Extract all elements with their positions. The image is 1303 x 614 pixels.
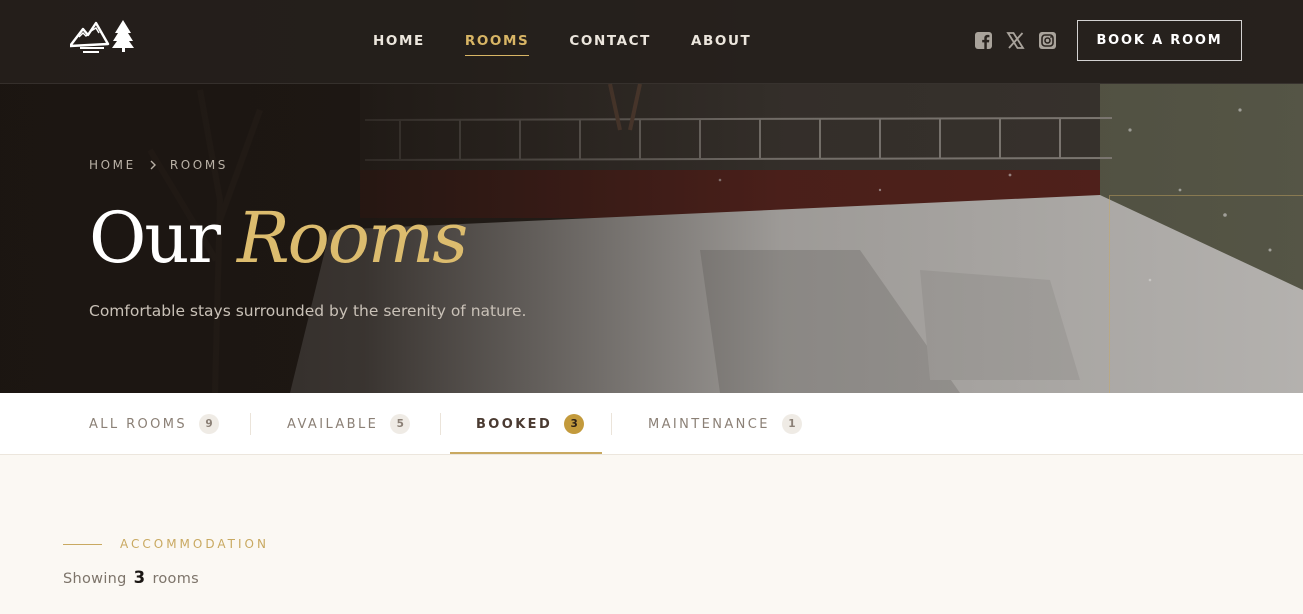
- tab-available-label: AVAILABLE: [287, 416, 379, 432]
- nav-link-home[interactable]: HOME: [373, 33, 425, 56]
- tab-available-count: 5: [390, 414, 411, 434]
- section-label: ACCOMMODATION: [63, 537, 269, 551]
- tab-all-rooms[interactable]: ALL ROOMS 9: [89, 393, 220, 455]
- page-title-main: Our: [89, 197, 221, 279]
- results-count-prefix: Showing: [63, 571, 127, 587]
- breadcrumb-rooms: ROOMS: [169, 158, 229, 172]
- x-icon[interactable]: [1006, 31, 1025, 50]
- tab-available[interactable]: AVAILABLE 5: [287, 393, 411, 455]
- instagram-icon[interactable]: [1038, 31, 1057, 50]
- tab-booked[interactable]: BOOKED 3: [476, 393, 585, 455]
- page-title: Our Rooms: [89, 192, 468, 284]
- page-title-accent: Rooms: [236, 197, 468, 279]
- results-count: Showing 3 rooms: [63, 568, 199, 587]
- tab-booked-count: 3: [564, 414, 585, 434]
- social-links: [974, 31, 1070, 50]
- results-count-suffix: rooms: [152, 571, 200, 587]
- tab-all-rooms-label: ALL ROOMS: [89, 416, 188, 432]
- tab-divider: [250, 413, 251, 435]
- tab-maintenance-count: 1: [781, 414, 802, 434]
- top-navbar: HOME ROOMS CONTACT ABOUT BOOK A ROOM: [0, 0, 1303, 84]
- hero-subtitle: Comfortable stays surrounded by the sere…: [89, 302, 527, 320]
- nav-link-contact[interactable]: CONTACT: [569, 33, 651, 56]
- active-tab-underline: [450, 452, 602, 454]
- facebook-icon[interactable]: [974, 31, 993, 50]
- mountain-logo[interactable]: [70, 17, 134, 55]
- nav-links: HOME ROOMS CONTACT ABOUT: [373, 33, 791, 56]
- tab-booked-label: BOOKED: [476, 416, 553, 432]
- breadcrumb-home[interactable]: HOME: [89, 158, 136, 172]
- section-label-text: ACCOMMODATION: [120, 537, 269, 551]
- room-filter-tabs: ALL ROOMS 9 AVAILABLE 5 BOOKED 3 MAINTEN…: [0, 393, 1303, 455]
- tab-divider: [440, 413, 441, 435]
- hero-decor-frame: [1109, 195, 1303, 393]
- nav-link-rooms[interactable]: ROOMS: [464, 33, 530, 56]
- tab-all-rooms-count: 9: [199, 414, 220, 434]
- book-a-room-button[interactable]: BOOK A ROOM: [1077, 20, 1242, 61]
- chevron-right-icon: [150, 160, 156, 170]
- breadcrumb: HOME ROOMS: [89, 158, 228, 172]
- tab-divider: [611, 413, 612, 435]
- tab-maintenance[interactable]: MAINTENANCE 1: [648, 393, 802, 455]
- nav-link-about[interactable]: ABOUT: [691, 33, 751, 56]
- section-label-line: [63, 543, 102, 545]
- tab-maintenance-label: MAINTENANCE: [648, 416, 770, 432]
- results-count-number: 3: [133, 568, 146, 587]
